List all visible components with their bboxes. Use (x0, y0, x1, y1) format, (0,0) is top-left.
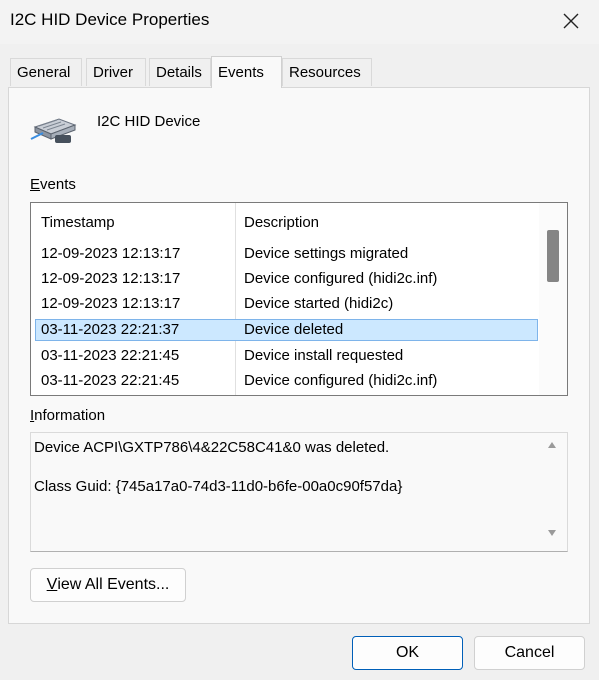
information-line-2: Class Guid: {745a17a0-74d3-11d0-b6fe-00a… (34, 478, 403, 495)
table-row[interactable]: 12-09-2023 12:13:17 Device started (hidi… (35, 293, 538, 315)
event-description: Device deleted (244, 321, 344, 338)
scrollbar-thumb[interactable] (547, 230, 559, 282)
event-description: Device settings migrated (244, 245, 409, 262)
table-row[interactable]: 03-11-2023 22:21:45 Device install reque… (35, 345, 538, 367)
tab-general[interactable]: General (10, 58, 82, 86)
tab-details[interactable]: Details (149, 58, 211, 86)
close-icon (563, 13, 579, 29)
ok-button[interactable]: OK (352, 636, 463, 670)
device-name: I2C HID Device (97, 113, 201, 130)
cancel-button[interactable]: Cancel (474, 636, 585, 670)
view-all-events-button[interactable]: View All Events... (30, 568, 186, 602)
events-scrollbar[interactable] (539, 203, 567, 395)
event-timestamp: 03-11-2023 22:21:45 (41, 372, 180, 389)
table-row-selected[interactable]: 03-11-2023 22:21:37 Device deleted (35, 319, 538, 341)
scroll-down-arrow-icon[interactable] (547, 529, 557, 537)
event-timestamp: 12-09-2023 12:13:17 (41, 295, 181, 312)
event-timestamp: 03-11-2023 22:21:45 (41, 347, 180, 364)
event-timestamp: 12-09-2023 12:13:17 (41, 245, 181, 262)
window-title: I2C HID Device Properties (10, 10, 210, 29)
table-row[interactable]: 03-11-2023 22:21:45 Device configured (h… (35, 370, 538, 392)
column-header-description[interactable]: Description (244, 214, 319, 231)
tab-events[interactable]: Events (211, 56, 282, 88)
scroll-up-arrow-icon[interactable] (547, 441, 557, 449)
table-row[interactable]: 12-09-2023 12:13:17 Device settings migr… (35, 243, 538, 265)
table-row[interactable]: 12-09-2023 12:13:17 Device configured (h… (35, 268, 538, 290)
information-line-1: Device ACPI\GXTP786\4&22C58C41&0 was del… (34, 439, 390, 456)
tab-resources[interactable]: Resources (282, 58, 372, 86)
close-button[interactable] (556, 6, 586, 36)
event-timestamp: 03-11-2023 22:21:37 (41, 321, 180, 338)
event-description: Device configured (hidi2c.inf) (244, 372, 438, 389)
event-description: Device configured (hidi2c.inf) (244, 270, 438, 287)
event-description: Device install requested (244, 347, 404, 364)
information-label: Information (30, 407, 106, 424)
event-timestamp: 12-09-2023 12:13:17 (41, 270, 181, 287)
information-textbox[interactable]: Device ACPI\GXTP786\4&22C58C41&0 was del… (30, 432, 568, 552)
events-label: Events (30, 176, 76, 193)
event-description: Device started (hidi2c) (244, 295, 394, 312)
tab-driver[interactable]: Driver (86, 58, 146, 86)
column-header-timestamp[interactable]: Timestamp (41, 214, 115, 231)
events-list[interactable]: Timestamp Description 12-09-2023 12:13:1… (30, 202, 568, 396)
hid-device-icon (29, 113, 79, 147)
